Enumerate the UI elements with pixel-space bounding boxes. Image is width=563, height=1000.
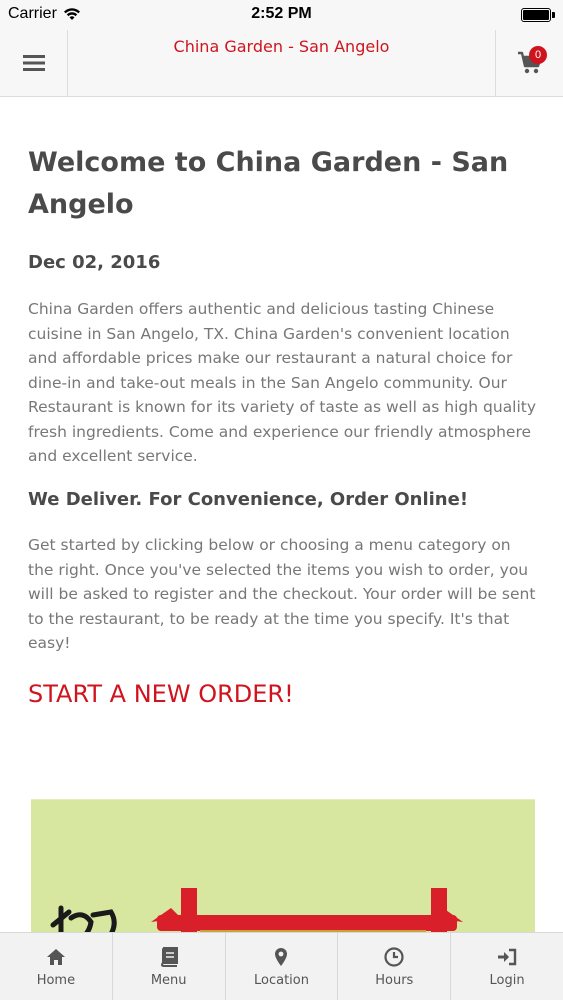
page-title: Welcome to China Garden - San Angelo <box>28 147 509 220</box>
tab-label: Location <box>254 972 309 988</box>
tab-hours[interactable]: Hours <box>338 933 452 1000</box>
tab-login[interactable]: Login <box>451 933 563 1000</box>
intro-paragraph: China Garden offers authentic and delici… <box>28 300 537 465</box>
clock-icon <box>383 946 405 968</box>
tab-label: Menu <box>150 972 187 988</box>
hamburger-menu-button[interactable] <box>0 30 68 96</box>
restaurant-banner-image <box>31 799 535 932</box>
login-icon <box>496 946 518 968</box>
tab-location[interactable]: Location <box>226 933 339 1000</box>
banner-artwork <box>31 800 535 932</box>
hamburger-icon <box>22 55 45 71</box>
main-content[interactable]: Welcome to China Garden - San Angelo Dec… <box>0 97 563 932</box>
cart-count-badge: 0 <box>529 46 547 64</box>
tab-menu[interactable]: Menu <box>113 933 226 1000</box>
instructions-paragraph: Get started by clicking below or choosin… <box>28 536 536 652</box>
start-new-order-link[interactable]: START A NEW ORDER! <box>28 680 294 708</box>
post-date: Dec 02, 2016 <box>28 252 161 273</box>
tab-label: Login <box>489 972 525 988</box>
home-icon <box>45 946 67 968</box>
tab-label: Hours <box>375 972 414 988</box>
app-header: China Garden - San Angelo 0 <box>0 30 563 97</box>
status-bar: Carrier 2:52 PM <box>0 0 563 30</box>
cart-button[interactable]: 0 <box>495 30 563 96</box>
header-title: China Garden - San Angelo <box>173 37 390 56</box>
deliver-heading: We Deliver. For Convenience, Order Onlin… <box>28 489 469 510</box>
map-pin-icon <box>270 946 292 968</box>
tab-label: Home <box>36 972 76 988</box>
status-time: 2:52 PM <box>251 5 312 22</box>
tab-home[interactable]: Home <box>0 933 113 1000</box>
battery-icon <box>521 8 555 22</box>
book-icon <box>158 946 180 968</box>
bottom-tab-bar: Home Menu Location Hours Login <box>0 932 563 1000</box>
